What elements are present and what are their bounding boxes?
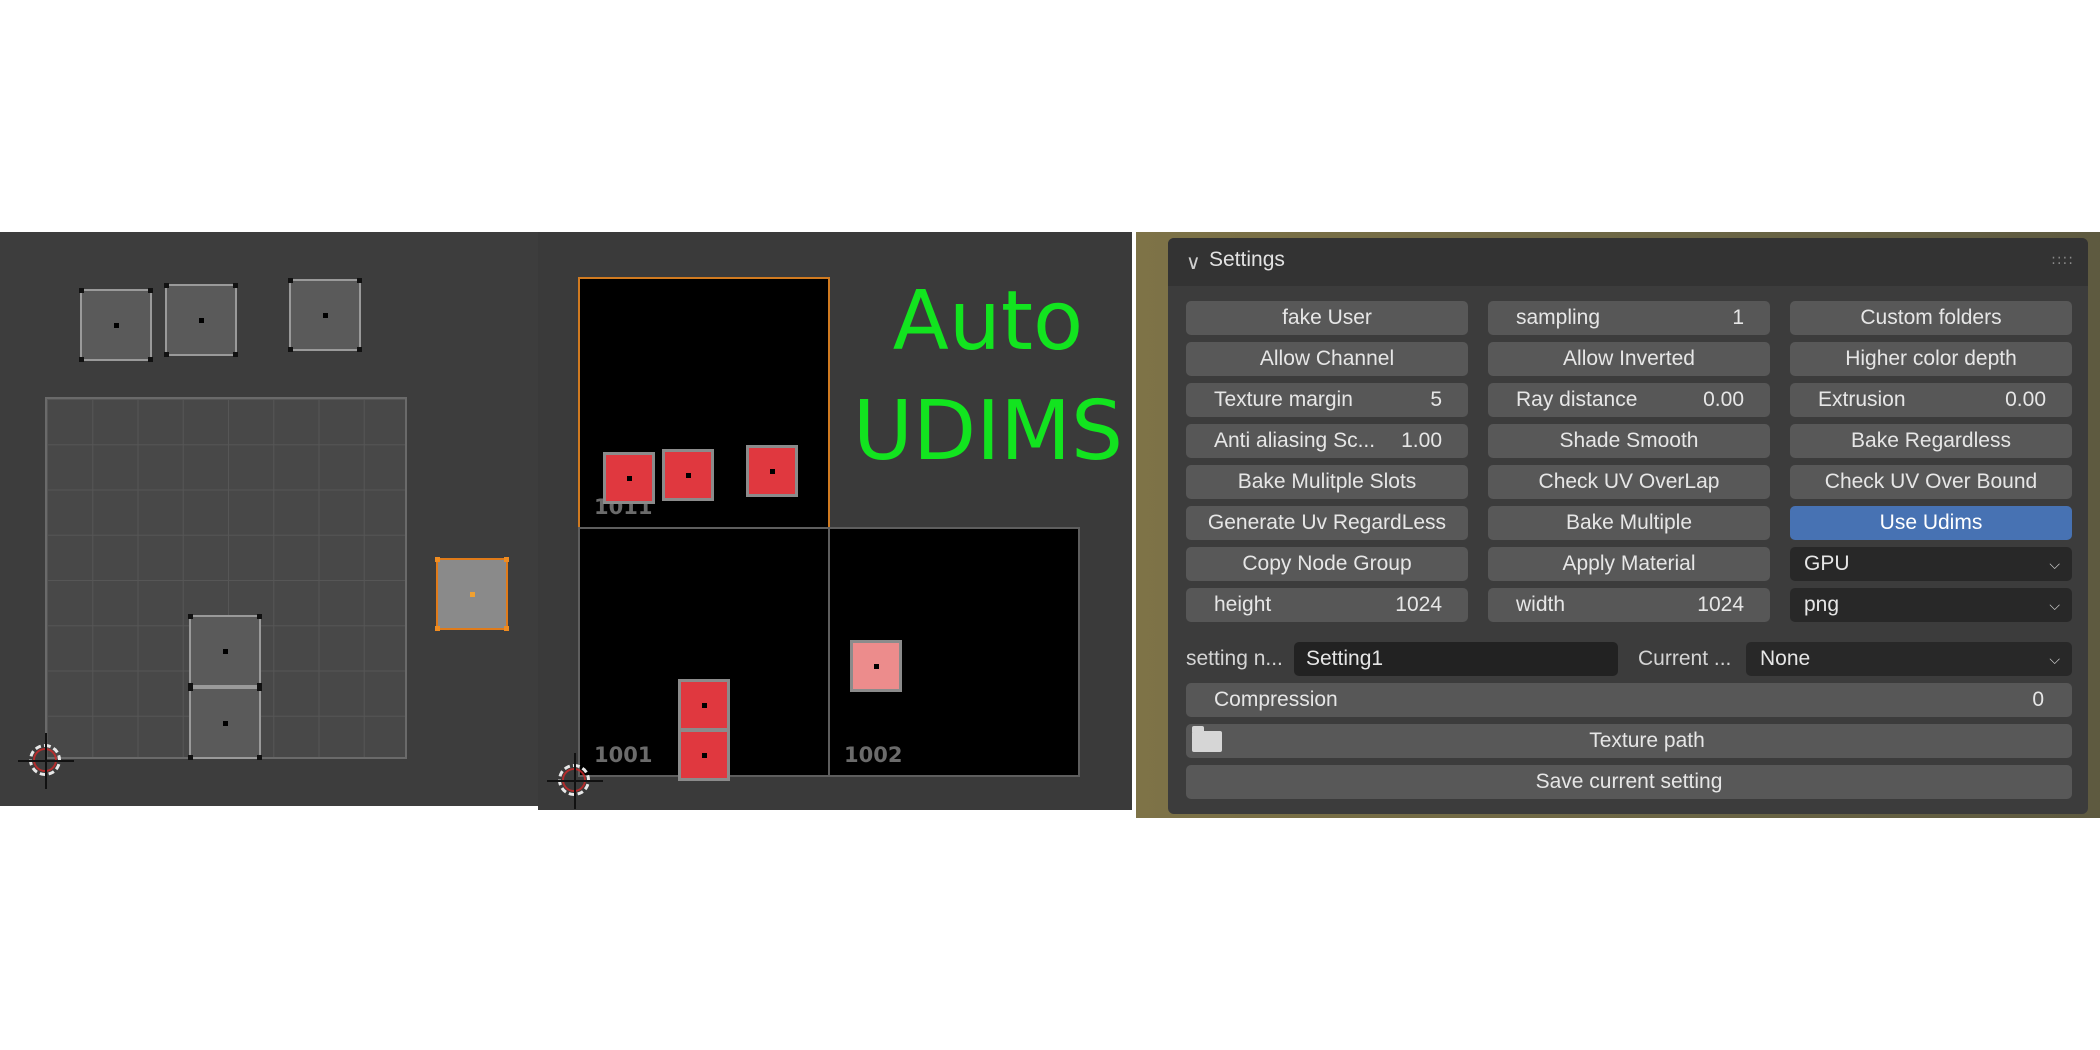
custom-folders-button[interactable]: Custom folders	[1790, 301, 2072, 335]
settings-header[interactable]: ∨ Settings ::::	[1168, 238, 2088, 286]
settings-title: Settings	[1209, 248, 1285, 271]
uv-editor-viewport[interactable]: 1011 1001 1002 Auto UDIMS	[538, 232, 1132, 810]
fake-user-button[interactable]: fake User	[1186, 301, 1468, 335]
allow-inverted-button[interactable]: Allow Inverted	[1488, 342, 1770, 376]
sampling-field[interactable]: sampling 1	[1488, 301, 1770, 335]
sampling-label: sampling	[1516, 306, 1601, 329]
compression-label: Compression	[1214, 688, 1338, 711]
current-setting-dropdown[interactable]: None ⌵	[1746, 642, 2072, 676]
apply-material-button[interactable]: Apply Material	[1488, 547, 1770, 581]
uv-island[interactable]	[603, 452, 655, 504]
selected-cube-object[interactable]	[435, 557, 509, 631]
texture-path-button[interactable]: Texture path	[1186, 724, 2072, 758]
cube-object[interactable]	[164, 283, 238, 357]
use-udims-button[interactable]: Use Udims	[1790, 506, 2072, 540]
cube-object[interactable]	[79, 288, 153, 362]
ray-distance-value: 0.00	[1703, 388, 1744, 411]
uv-island[interactable]	[746, 445, 798, 497]
overlay-title: Auto UDIMS	[838, 267, 1132, 487]
check-uv-overlap-button[interactable]: Check UV OverLap	[1488, 465, 1770, 499]
generate-uv-regardless-button[interactable]: Generate Uv RegardLess	[1186, 506, 1468, 540]
extrusion-field[interactable]: Extrusion 0.00	[1790, 383, 2072, 417]
save-current-setting-button[interactable]: Save current setting	[1186, 765, 2072, 799]
chevron-down-icon: ⌵	[2049, 597, 2060, 613]
ray-distance-label: Ray distance	[1516, 388, 1638, 411]
cube-object[interactable]	[288, 278, 362, 352]
shade-smooth-button[interactable]: Shade Smooth	[1488, 424, 1770, 458]
bake-multiple-slots-button[interactable]: Bake Mulitple Slots	[1186, 465, 1468, 499]
setting-name-label: setting n...	[1186, 647, 1283, 670]
extrusion-value: 0.00	[2005, 388, 2046, 411]
format-dropdown[interactable]: png ⌵	[1790, 588, 2072, 622]
folder-icon[interactable]	[1192, 726, 1222, 752]
compression-value: 0	[2032, 688, 2044, 711]
udim-tile-label: 1001	[594, 743, 653, 767]
allow-channel-button[interactable]: Allow Channel	[1186, 342, 1468, 376]
3d-cursor-icon[interactable]	[18, 733, 74, 789]
ray-distance-field[interactable]: Ray distance 0.00	[1488, 383, 1770, 417]
chevron-down-icon[interactable]: ∨	[1186, 250, 1201, 274]
2d-cursor-icon[interactable]	[547, 753, 603, 809]
device-dropdown[interactable]: GPU ⌵	[1790, 547, 2072, 581]
current-setting-label: Current ...	[1638, 647, 1732, 670]
uv-island[interactable]	[678, 729, 730, 781]
settings-panel: ∨ Settings :::: fake User sampling 1 Cus…	[1168, 238, 2088, 814]
copy-node-group-button[interactable]: Copy Node Group	[1186, 547, 1468, 581]
height-label: height	[1214, 593, 1272, 616]
uv-island[interactable]	[678, 679, 730, 731]
extrusion-label: Extrusion	[1818, 388, 1906, 411]
format-value: png	[1804, 593, 1840, 616]
chevron-down-icon: ⌵	[2049, 556, 2060, 572]
uv-island[interactable]	[850, 640, 902, 692]
cube-object[interactable]	[188, 614, 262, 688]
bake-multiple-button[interactable]: Bake Multiple	[1488, 506, 1770, 540]
higher-color-depth-button[interactable]: Higher color depth	[1790, 342, 2072, 376]
sampling-value: 1	[1732, 306, 1744, 329]
uv-island[interactable]	[662, 449, 714, 501]
height-value: 1024	[1395, 593, 1442, 616]
compression-field[interactable]: Compression 0	[1186, 683, 2072, 717]
anti-aliasing-field[interactable]: Anti aliasing Sc... 1.00	[1186, 424, 1468, 458]
drag-handle-icon[interactable]: ::::	[2051, 252, 2074, 268]
bake-regardless-button[interactable]: Bake Regardless	[1790, 424, 2072, 458]
width-label: width	[1516, 593, 1566, 616]
width-field[interactable]: width 1024	[1488, 588, 1770, 622]
device-value: GPU	[1804, 552, 1850, 575]
viewport-3d[interactable]	[0, 232, 538, 806]
check-uv-over-bound-button[interactable]: Check UV Over Bound	[1790, 465, 2072, 499]
chevron-down-icon: ⌵	[2049, 651, 2060, 667]
overlay-title-line1: Auto	[892, 274, 1084, 369]
udim-tile-label: 1002	[844, 743, 903, 767]
texture-margin-field[interactable]: Texture margin 5	[1186, 383, 1468, 417]
height-field[interactable]: height 1024	[1186, 588, 1468, 622]
current-setting-value: None	[1760, 647, 1811, 670]
anti-aliasing-value: 1.00	[1401, 429, 1442, 452]
cube-object[interactable]	[188, 686, 262, 760]
texture-path-label: Texture path	[1589, 729, 1705, 752]
width-value: 1024	[1697, 593, 1744, 616]
overlay-title-line2: UDIMS	[852, 384, 1124, 479]
texture-margin-label: Texture margin	[1214, 388, 1353, 411]
setting-name-input[interactable]: Setting1	[1294, 642, 1618, 676]
texture-margin-value: 5	[1430, 388, 1442, 411]
anti-aliasing-label: Anti aliasing Sc...	[1214, 429, 1376, 452]
